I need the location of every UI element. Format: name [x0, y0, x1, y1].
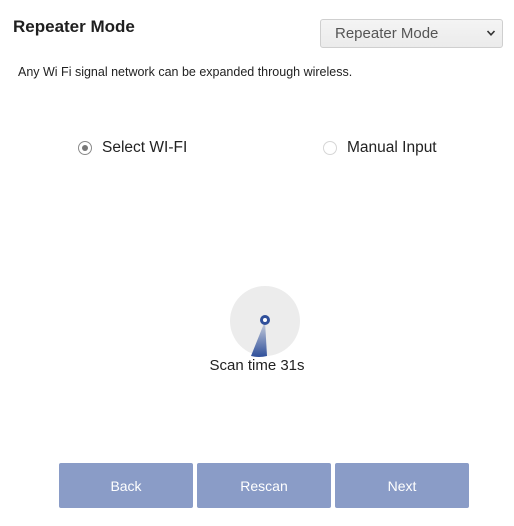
- next-button[interactable]: Next: [335, 463, 469, 508]
- radio-manual-input[interactable]: [323, 141, 337, 155]
- mode-select[interactable]: Repeater Mode: [320, 19, 503, 48]
- radio-select-wifi[interactable]: [78, 141, 92, 155]
- mode-description: Any Wi Fi signal network can be expanded…: [18, 65, 353, 79]
- page-title: Repeater Mode: [13, 17, 135, 36]
- option-select-wifi-label: Select WI-FI: [102, 139, 188, 156]
- radar-scan-icon: [230, 286, 300, 357]
- option-select-wifi[interactable]: Select WI-FI: [78, 139, 187, 157]
- option-manual-input-label: Manual Input: [347, 139, 437, 156]
- option-manual-input[interactable]: Manual Input: [323, 139, 437, 157]
- chevron-down-icon: [486, 30, 496, 36]
- repeater-mode-page: Repeater Mode Repeater Mode Any Wi Fi si…: [0, 0, 514, 526]
- mode-select-value: Repeater Mode: [335, 25, 439, 42]
- rescan-button[interactable]: Rescan: [197, 463, 331, 508]
- back-button[interactable]: Back: [59, 463, 193, 508]
- scan-time-text: Scan time 31s: [209, 357, 305, 374]
